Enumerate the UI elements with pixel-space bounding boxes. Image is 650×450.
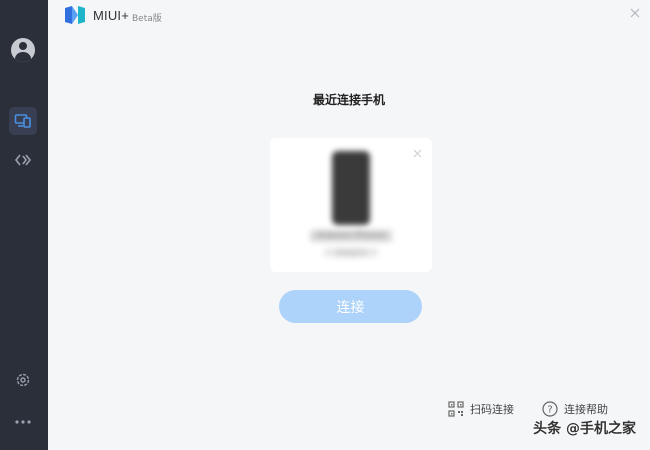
qr-code-icon	[448, 401, 464, 417]
devices-icon	[14, 114, 31, 128]
gear-icon	[16, 373, 30, 387]
help-icon: ?	[542, 401, 558, 417]
page-title: 最近连接手机	[312, 93, 385, 107]
scan-connect-label: 扫码连接	[470, 403, 514, 416]
avatar-body	[15, 52, 31, 62]
app-name: MIUI+	[93, 8, 130, 23]
more-button[interactable]	[9, 408, 37, 436]
sidebar-item-transfer[interactable]	[9, 146, 37, 174]
more-dots-icon	[15, 420, 31, 424]
watermark: 头条 @手机之家	[533, 421, 636, 437]
remove-device-button[interactable]	[412, 148, 422, 158]
device-model: 手机型号	[324, 248, 378, 257]
close-button[interactable]	[628, 6, 642, 20]
close-icon	[413, 149, 421, 157]
connect-help-link[interactable]: ? 连接帮助	[542, 400, 608, 418]
transfer-icon	[14, 154, 32, 166]
close-icon	[630, 8, 640, 18]
app-window: MIUI+ Beta版 最近连接手机 Xiaomi Phone 手机型号 连接	[0, 0, 650, 450]
settings-button[interactable]	[9, 366, 37, 394]
recent-device-card[interactable]: Xiaomi Phone 手机型号	[270, 138, 432, 272]
title-bar: MIUI+ Beta版	[48, 0, 650, 34]
svg-text:?: ?	[547, 405, 552, 416]
phone-image	[332, 151, 370, 225]
avatar-head	[19, 42, 27, 50]
connect-button[interactable]: 连接	[279, 290, 422, 323]
avatar[interactable]	[11, 38, 35, 62]
miui-logo-icon	[65, 6, 85, 24]
beta-badge: Beta版	[132, 14, 162, 24]
sidebar	[0, 0, 48, 450]
device-name: Xiaomi Phone	[310, 230, 392, 242]
scan-connect-link[interactable]: 扫码连接	[448, 400, 514, 418]
connect-help-label: 连接帮助	[564, 403, 608, 416]
sidebar-item-devices[interactable]	[9, 107, 37, 135]
